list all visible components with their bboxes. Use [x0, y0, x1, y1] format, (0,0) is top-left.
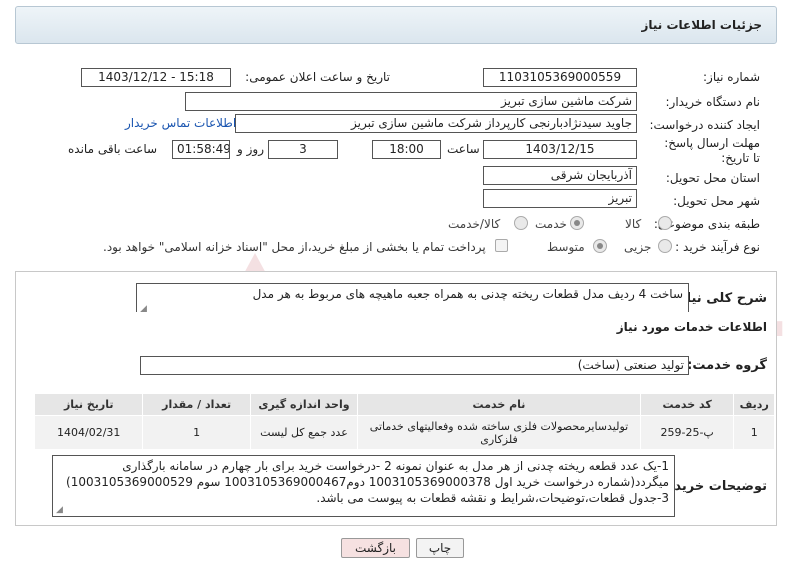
province-field: آذربایجان شرقی — [483, 166, 637, 185]
deadline-label: مهلت ارسال پاسخ: تا تاریخ: — [664, 136, 760, 165]
announce-date-label: تاریخ و ساعت اعلان عمومی: — [245, 70, 390, 84]
cell-quantity: 1 — [142, 415, 251, 450]
category-option-goods: کالا — [625, 217, 642, 231]
process-option-medium: متوسط — [547, 240, 585, 254]
process-option-minor: جزیی — [624, 240, 652, 254]
services-section-title: اطلاعات خدمات مورد نیاز — [616, 320, 767, 334]
cell-need-date: 1404/02/31 — [33, 415, 144, 450]
service-group-field: تولید صنعتی (ساخت) — [140, 356, 689, 375]
print-button[interactable]: چاپ — [416, 538, 464, 558]
process-radio-medium[interactable] — [593, 239, 607, 253]
process-label: نوع فرآیند خرید : — [675, 240, 760, 254]
treasury-payment-note: پرداخت تمام یا بخشی از مبلغ خرید،از محل … — [103, 240, 486, 254]
page-title: جزئیات اطلاعات نیاز — [641, 18, 762, 32]
deadline-time-label: ساعت — [447, 142, 480, 156]
buyer-org-label: نام دستگاه خریدار: — [665, 95, 761, 109]
cell-unit: عدد جمع کل لیست — [249, 415, 359, 450]
deadline-time-field: 18:00 — [372, 140, 441, 159]
service-group-label: گروه خدمت: — [687, 358, 767, 373]
back-button[interactable]: بازگشت — [341, 538, 410, 558]
category-radio-goods-service[interactable] — [514, 216, 528, 230]
buyer-org-field: شرکت ماشین سازی تبریز — [185, 92, 637, 111]
cell-service-name: تولیدسایرمحصولات فلزی ساخته شده وفعالیته… — [357, 415, 641, 450]
services-table: ردیف کد خدمت نام خدمت واحد اندازه گیری ت… — [33, 393, 775, 450]
column-header-need-date: تاریخ نیاز — [33, 393, 144, 416]
treasury-payment-checkbox[interactable] — [495, 239, 508, 252]
category-radio-goods[interactable] — [658, 216, 672, 230]
remaining-time-field: 01:58:49 — [172, 140, 230, 159]
services-table-header: ردیف کد خدمت نام خدمت واحد اندازه گیری ت… — [33, 393, 775, 416]
announce-date-field: 1403/12/12 - 15:18 — [81, 68, 231, 87]
column-header-service-name: نام خدمت — [357, 393, 641, 416]
deadline-date-field: 1403/12/15 — [483, 140, 637, 159]
cell-service-code: پ-25-259 — [639, 415, 735, 450]
table-row: 1 پ-25-259 تولیدسایرمحصولات فلزی ساخته ش… — [33, 415, 775, 450]
resize-handle-icon[interactable]: ◢ — [56, 505, 63, 515]
days-label: روز و — [237, 142, 264, 156]
category-radio-service[interactable] — [570, 216, 584, 230]
days-remaining-field: 3 — [268, 140, 338, 159]
column-header-unit: واحد اندازه گیری — [249, 393, 359, 416]
column-header-service-code: کد خدمت — [639, 393, 735, 416]
province-label: استان محل تحویل: — [665, 171, 760, 185]
cell-row-number: 1 — [733, 415, 775, 450]
page-header: جزئیات اطلاعات نیاز — [15, 6, 777, 44]
creator-field: جاوید سیدنژادبارنجی کارپرداز شرکت ماشین … — [235, 114, 637, 133]
need-number-field: 1103105369000559 — [483, 68, 637, 87]
need-number-label: شماره نیاز: — [703, 70, 760, 84]
city-label: شهر محل تحویل: — [673, 194, 760, 208]
category-option-service: خدمت — [535, 217, 567, 231]
buyer-notes-textarea[interactable]: 1-یک عدد قطعه ریخته چدنی از هر مدل به عن… — [52, 455, 675, 517]
remaining-time-label: ساعت باقی مانده — [68, 142, 158, 156]
city-field: تبریز — [483, 189, 637, 208]
need-summary-textarea[interactable]: ساخت 4 ردیف مدل قطعات ریخته چدنی به همرا… — [136, 283, 689, 315]
category-option-goods-service: کالا/خدمت — [448, 217, 501, 231]
creator-label: ایجاد کننده درخواست: — [649, 118, 760, 132]
process-radio-minor[interactable] — [658, 239, 672, 253]
buyer-contact-link[interactable]: اطلاعات تماس خریدار — [125, 116, 236, 130]
column-header-quantity: تعداد / مقدار — [142, 393, 251, 416]
column-header-row-number: ردیف — [733, 393, 775, 416]
